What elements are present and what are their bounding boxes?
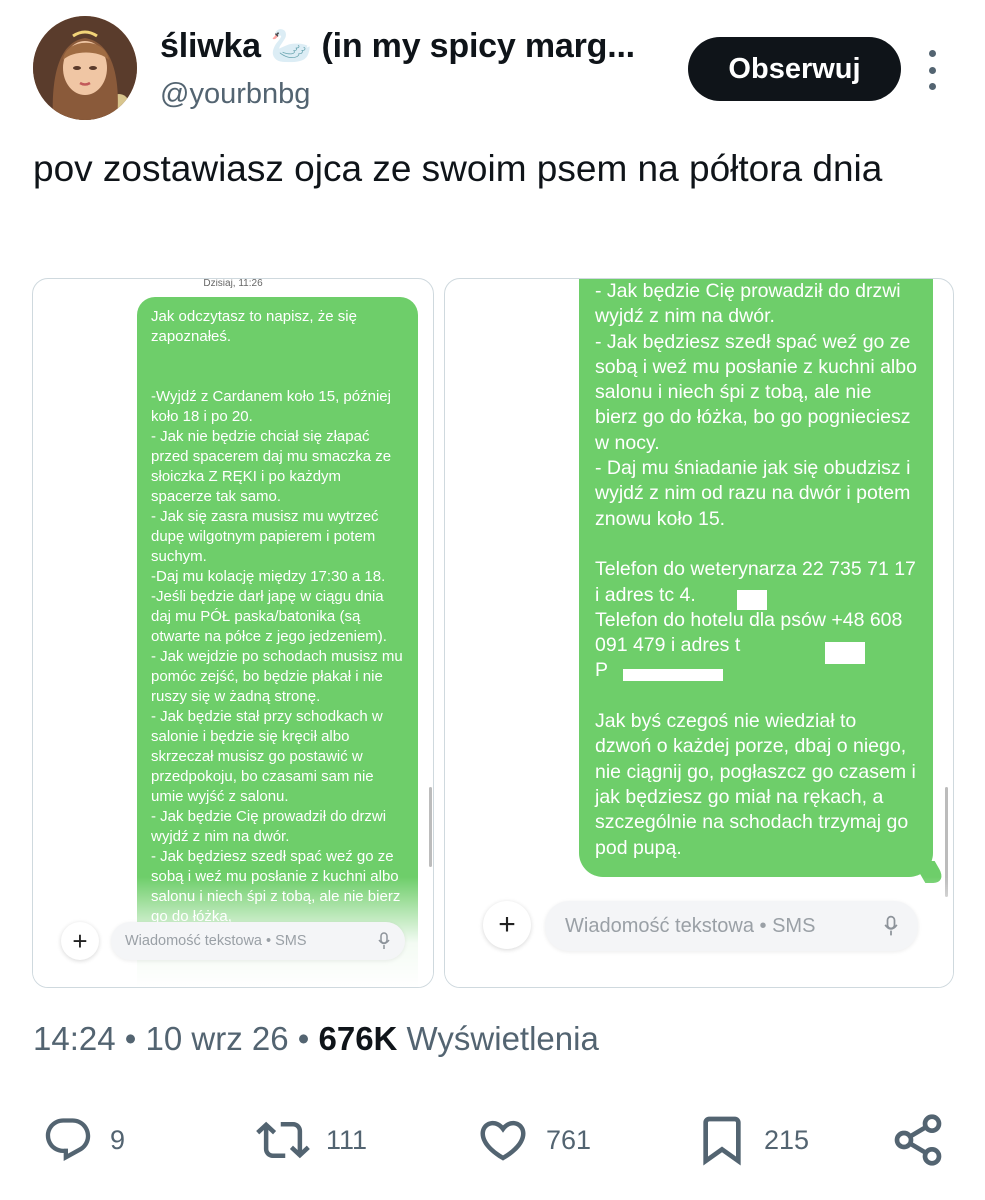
message-date-label: Dzisiaj, 11:26 xyxy=(203,278,263,289)
mic-icon xyxy=(377,931,391,951)
views-label: Wyświetlenia xyxy=(406,1020,599,1057)
sms-input-field: Wiadomość tekstowa • SMS xyxy=(111,922,405,960)
meta-separator: • xyxy=(124,1020,137,1057)
plus-icon: + xyxy=(483,901,531,949)
follow-button[interactable]: Obserwuj xyxy=(688,37,901,101)
like-icon xyxy=(480,1120,526,1161)
display-name[interactable]: śliwka 🦢 (in my spicy marg... xyxy=(160,26,660,66)
tweet-meta: 14:24 • 10 wrz 26 • 676K Wyświetlenia xyxy=(33,1020,599,1058)
scrollbar xyxy=(429,787,432,867)
views-count: 676K xyxy=(318,1020,398,1057)
reply-button[interactable]: 9 xyxy=(40,1110,125,1170)
sms-input-placeholder: Wiadomość tekstowa • SMS xyxy=(565,914,816,937)
sms-message-bubble: - Jak będzie Cię prowadził do drzwi wyjd… xyxy=(579,279,933,877)
avatar-image xyxy=(33,16,137,120)
redaction-blur xyxy=(737,590,767,610)
share-icon xyxy=(894,1114,942,1166)
redaction-blur xyxy=(623,669,723,681)
sms-input-placeholder: Wiadomość tekstowa • SMS xyxy=(125,933,307,949)
more-icon[interactable] xyxy=(918,50,946,90)
tweet-time[interactable]: 14:24 xyxy=(33,1020,116,1057)
user-handle[interactable]: @yourbnbg xyxy=(160,78,310,111)
reply-icon xyxy=(45,1118,91,1162)
bookmark-icon xyxy=(703,1116,741,1166)
repost-count: 111 xyxy=(326,1124,368,1155)
media-image-right[interactable]: - Jak będzie Cię prowadził do drzwi wyjd… xyxy=(444,278,954,988)
mic-icon xyxy=(884,915,898,936)
bookmark-count: 215 xyxy=(764,1124,810,1155)
share-button[interactable] xyxy=(890,1110,946,1170)
avatar[interactable] xyxy=(33,16,137,120)
reply-count: 9 xyxy=(110,1124,126,1155)
sms-input-field: Wiadomość tekstowa • SMS xyxy=(545,901,918,951)
tweet-date[interactable]: 10 wrz 26 xyxy=(146,1020,289,1057)
repost-icon xyxy=(256,1121,310,1159)
like-count: 761 xyxy=(546,1124,592,1155)
like-button[interactable]: 761 xyxy=(474,1110,591,1170)
meta-separator: • xyxy=(297,1020,310,1057)
redaction-blur xyxy=(825,642,865,664)
tweet-text: pov zostawiasz ojca ze swoim psem na pół… xyxy=(33,148,883,189)
plus-icon: + xyxy=(61,922,99,960)
repost-button[interactable]: 111 xyxy=(254,1110,367,1170)
media-image-left[interactable]: Dzisiaj, 11:26 Jak odczytasz to napisz, … xyxy=(32,278,434,988)
bookmark-button[interactable]: 215 xyxy=(694,1110,809,1170)
